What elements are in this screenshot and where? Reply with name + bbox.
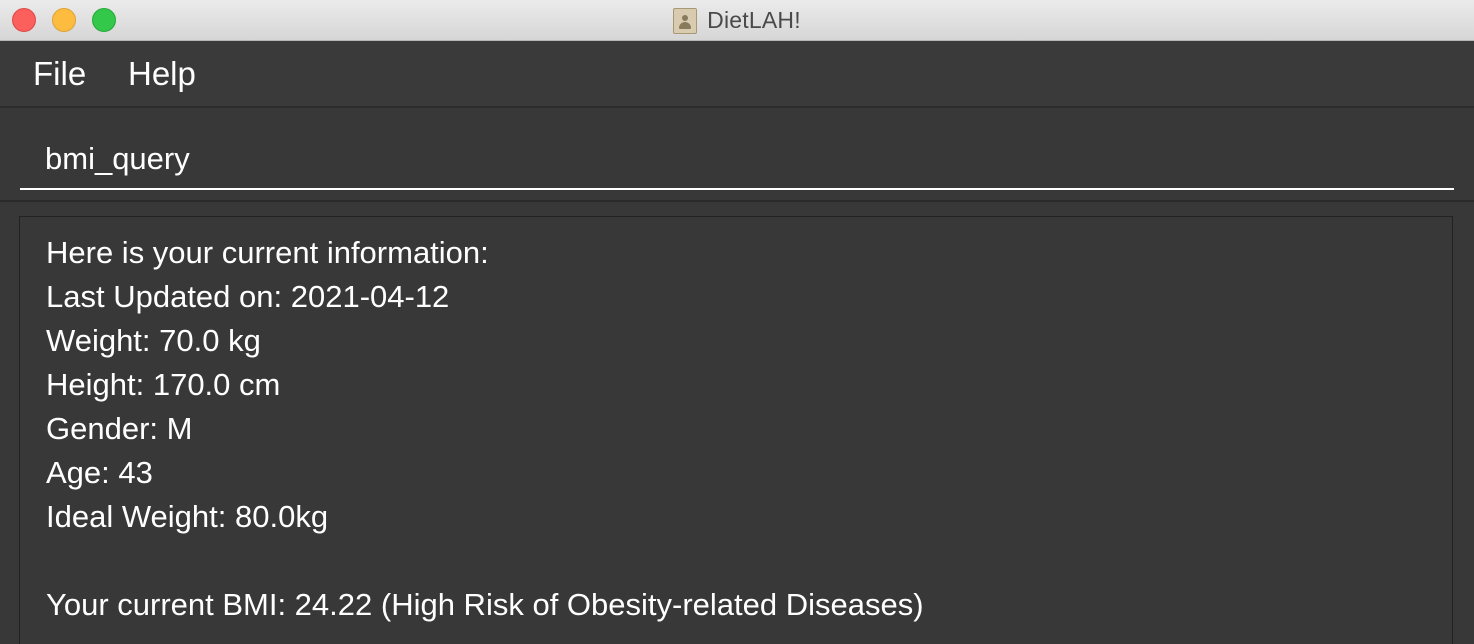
title-group: DietLAH!: [0, 0, 1474, 41]
window-title: DietLAH!: [707, 7, 801, 33]
result-line-last-updated: Last Updated on: 2021-04-12: [46, 279, 450, 314]
result-line-gender: Gender: M: [46, 411, 193, 446]
menu-help[interactable]: Help: [128, 55, 196, 93]
result-line-height: Height: 170.0 cm: [46, 367, 281, 402]
menu-file[interactable]: File: [33, 55, 86, 93]
address-book-icon: [673, 7, 698, 34]
app-window: DietLAH! File Help Here is your current …: [0, 0, 1474, 644]
title-bar[interactable]: DietLAH!: [0, 0, 1474, 41]
result-line-intro: Here is your current information:: [46, 235, 489, 270]
result-display: Here is your current information: Last U…: [19, 216, 1453, 644]
result-line-age: Age: 43: [46, 455, 153, 490]
result-line-bmi: Your current BMI: 24.22 (High Risk of Ob…: [46, 587, 924, 622]
result-line-weight: Weight: 70.0 kg: [46, 323, 261, 358]
result-line-ideal-weight: Ideal Weight: 80.0kg: [46, 499, 329, 534]
command-box: [0, 108, 1474, 202]
menu-bar: File Help: [0, 41, 1474, 108]
command-input[interactable]: [20, 130, 1454, 190]
